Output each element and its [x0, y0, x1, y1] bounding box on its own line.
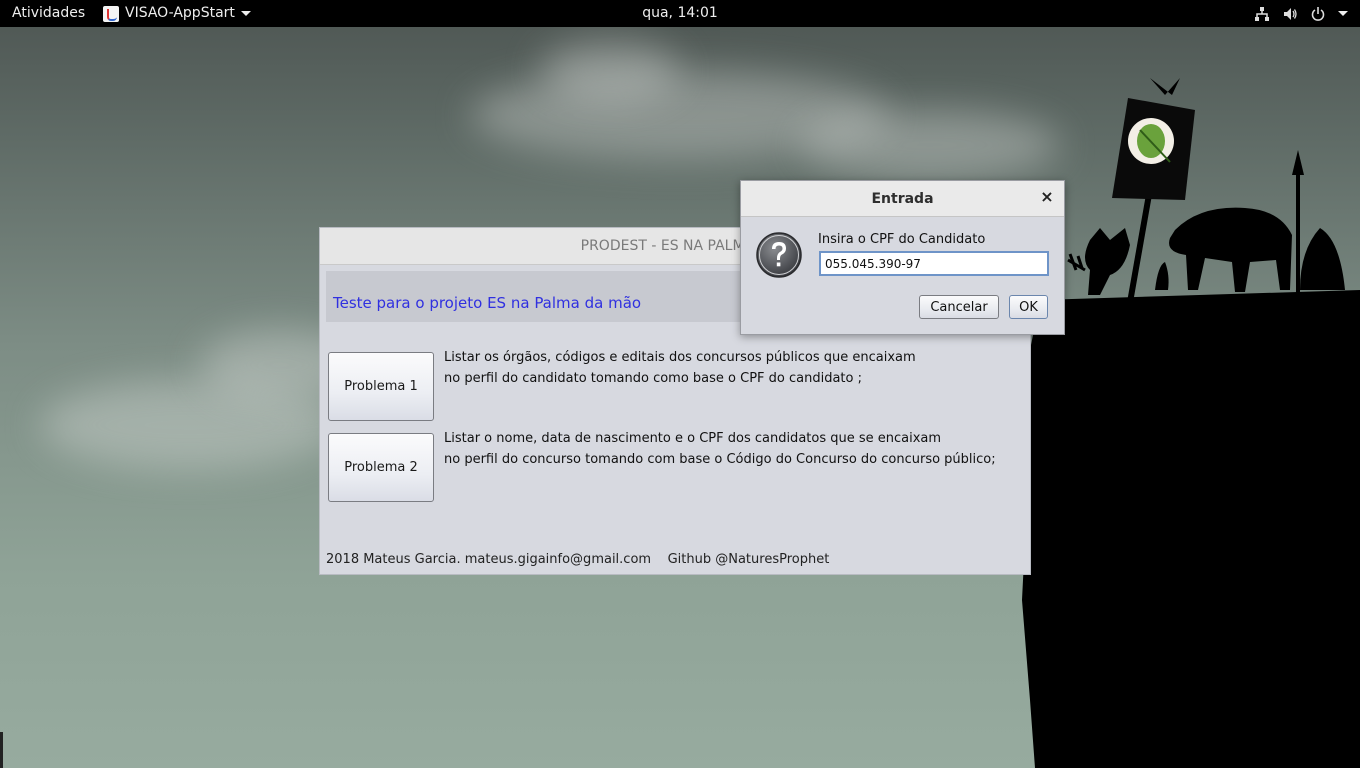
close-icon[interactable]: ×: [1040, 189, 1054, 205]
ok-button[interactable]: OK: [1009, 295, 1048, 319]
window-edge: [0, 732, 3, 768]
cancel-button[interactable]: Cancelar: [919, 295, 999, 319]
power-icon: [1311, 6, 1325, 21]
description-line: Listar o nome, data de nascimento e o CP…: [444, 431, 942, 446]
volume-icon: [1284, 7, 1297, 20]
problema-1-button[interactable]: Problema 1: [328, 352, 434, 421]
dialog-title: Entrada: [871, 190, 934, 207]
cpf-input[interactable]: [819, 251, 1049, 276]
description-line: Listar os órgãos, códigos e editais dos …: [444, 350, 916, 365]
problema-1-description: Listar os órgãos, códigos e editais dos …: [444, 347, 916, 389]
dialog-titlebar[interactable]: Entrada ×: [741, 181, 1064, 217]
clock[interactable]: qua, 14:01: [0, 0, 1360, 27]
cpf-prompt-label: Insira o CPF do Candidato: [818, 232, 986, 247]
top-panel: Atividades VISAO-AppStart qua, 14:01: [0, 0, 1360, 27]
question-icon: [756, 232, 802, 278]
chevron-down-icon: [1338, 11, 1348, 16]
problema-2-description: Listar o nome, data de nascimento e o CP…: [444, 428, 996, 470]
description-line: no perfil do concurso tomando com base o…: [444, 452, 996, 467]
entrada-dialog: Entrada × Insira o CPF do Candidato Canc…: [740, 180, 1065, 335]
footer-credits: 2018 Mateus Garcia. mateus.gigainfo@gmai…: [326, 552, 830, 567]
network-icon: [1255, 6, 1269, 21]
system-tray[interactable]: [1254, 0, 1348, 27]
description-line: no perfil do candidato tomando como base…: [444, 371, 862, 386]
problema-2-button[interactable]: Problema 2: [328, 433, 434, 502]
header-text: Teste para o projeto ES na Palma da mão: [333, 294, 642, 312]
